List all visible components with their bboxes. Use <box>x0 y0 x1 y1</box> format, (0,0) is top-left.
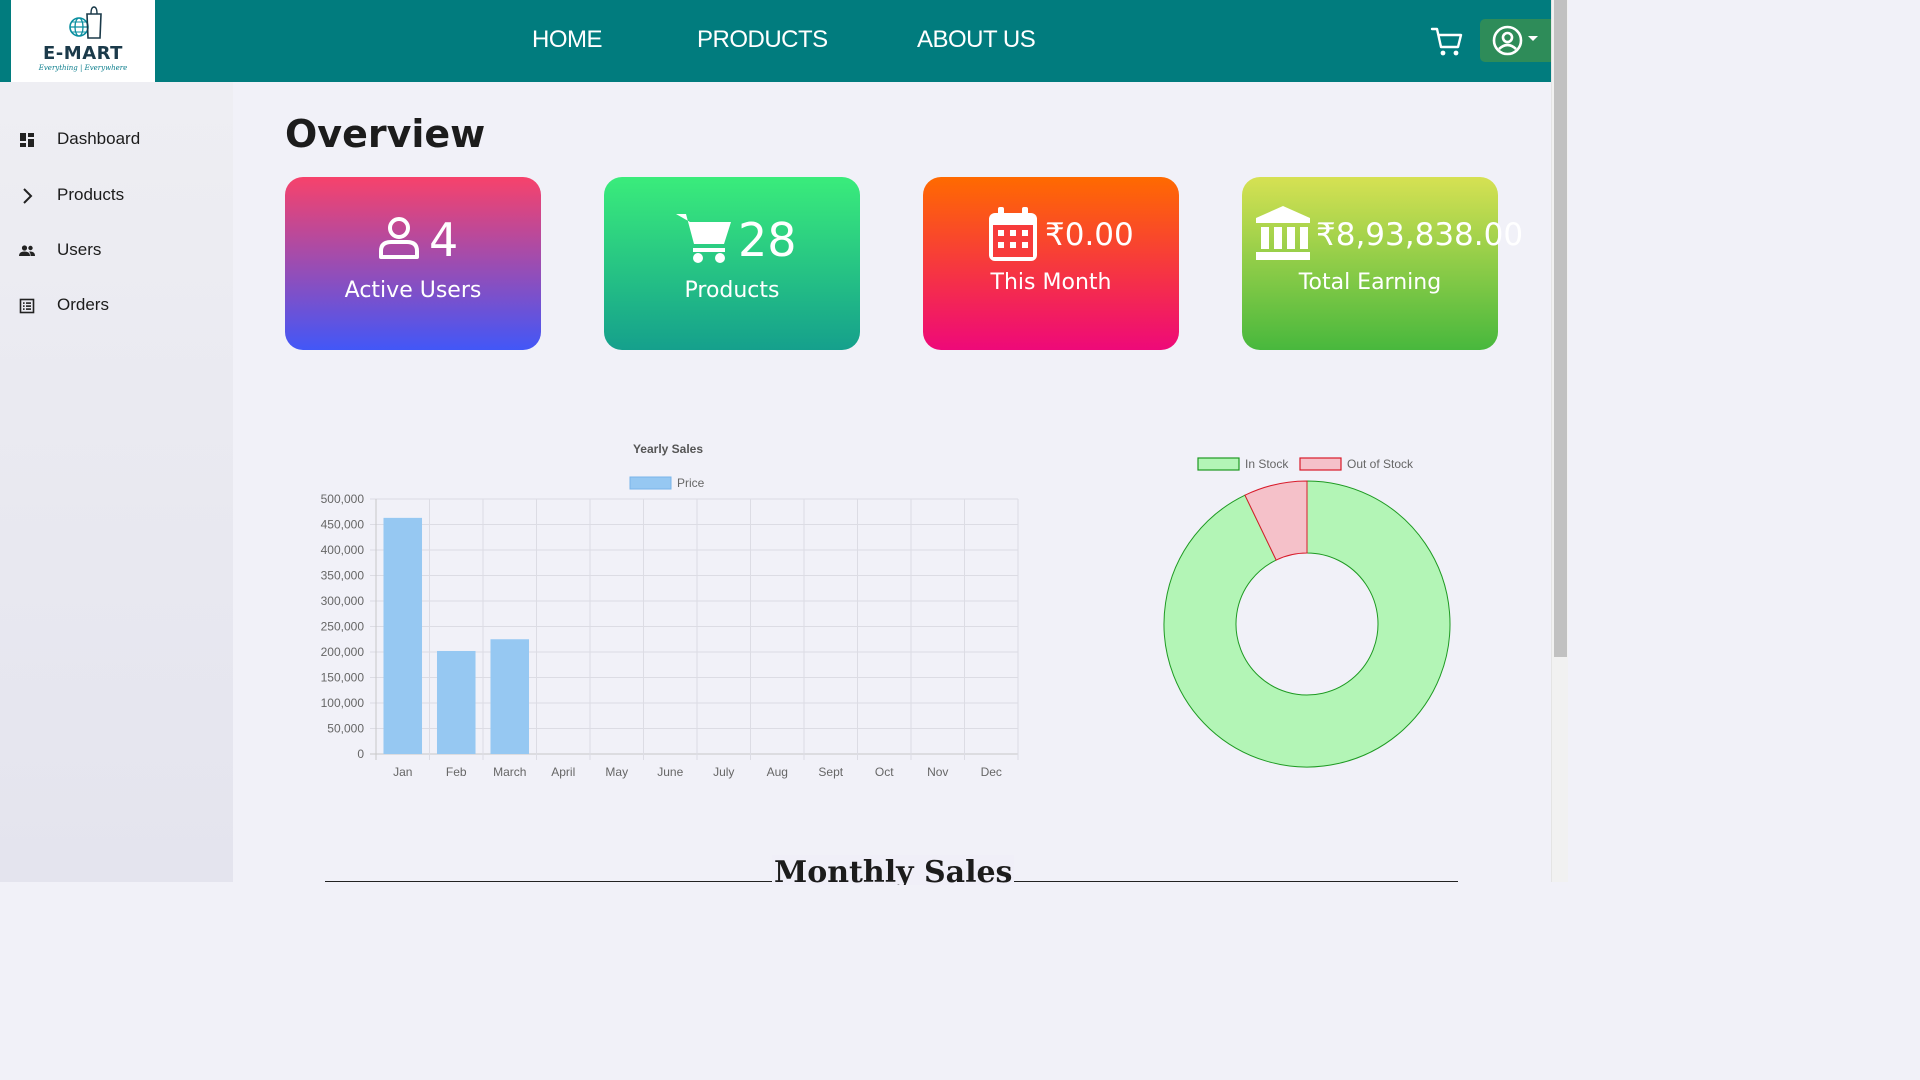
y-tick-label: 450,000 <box>321 518 365 532</box>
sidebar-item-label: Dashboard <box>57 129 141 148</box>
brand-logo[interactable]: E-MART Everything | Everywhere <box>11 0 155 82</box>
legend-swatch-in-stock <box>1197 457 1240 471</box>
users-icon <box>19 245 35 256</box>
x-tick-label: Sept <box>818 765 843 779</box>
legend-label-in-stock: In Stock <box>1245 457 1289 471</box>
x-tick-label: Jan <box>393 765 412 779</box>
vertical-scrollbar[interactable] <box>1551 0 1568 882</box>
calendar-icon <box>989 207 1037 261</box>
y-tick-label: 200,000 <box>321 645 365 659</box>
y-tick-label: 500,000 <box>321 492 365 506</box>
bar-feb <box>436 650 476 754</box>
doughnut-slices <box>1163 480 1451 768</box>
active-users-card[interactable]: 4 Active Users <box>285 177 541 350</box>
sidebar-item-dashboard[interactable]: Dashboard <box>0 119 233 159</box>
x-tick-label: Dec <box>981 765 1002 779</box>
y-tick-label: 250,000 <box>321 620 365 634</box>
bank-icon <box>1256 206 1310 260</box>
this-month-label: This Month <box>990 270 1112 295</box>
y-tick-label: 0 <box>357 747 364 761</box>
legend-swatch-out-of-stock <box>1299 457 1342 471</box>
nav-about-link[interactable]: ABOUT US <box>917 26 1036 54</box>
total-earning-label: Total Earning <box>1298 270 1442 295</box>
x-axis-ticks: Jan Feb March April May June July Aug Sept Oct Nov… <box>393 765 1002 779</box>
y-tick-label: 400,000 <box>321 543 365 557</box>
chart-title: Yearly Sales <box>633 442 703 456</box>
chevron-right-icon <box>23 188 33 204</box>
products-value: 28 <box>738 213 797 267</box>
legend-swatch-price <box>629 476 672 490</box>
x-tick-label: May <box>605 765 628 779</box>
yearly-sales-chart: Yearly Sales Price 0 50,000 100,000 150,000… <box>321 442 1019 779</box>
y-tick-label: 100,000 <box>321 696 365 710</box>
total-earning-value: ₹8,93,838.00 <box>1316 217 1524 253</box>
chevron-down-icon <box>1528 36 1538 41</box>
nav-home-link[interactable]: HOME <box>532 26 603 54</box>
active-users-value: 4 <box>429 213 459 267</box>
sidebar-item-label: Products <box>57 185 125 204</box>
active-users-label: Active Users <box>344 278 482 303</box>
y-tick-label: 300,000 <box>321 594 365 608</box>
x-tick-label: Feb <box>446 765 467 779</box>
this-month-value: ₹0.00 <box>1045 217 1134 253</box>
x-tick-label: April <box>551 765 575 779</box>
brand-name: E-MART <box>43 43 123 64</box>
sidebar-item-products[interactable]: Products <box>0 175 233 215</box>
logo-globe-bag-icon <box>69 6 102 39</box>
total-earning-card[interactable]: ₹8,93,838.00 Total Earning <box>1242 177 1523 350</box>
products-card[interactable]: 28 Products <box>604 177 860 350</box>
sidebar: Dashboard Products Users Orders <box>0 82 233 882</box>
products-label: Products <box>684 278 780 303</box>
page-title: Overview <box>285 112 486 156</box>
y-tick-label: 150,000 <box>321 671 365 685</box>
sidebar-item-label: Orders <box>57 295 109 314</box>
bar-march <box>490 639 530 754</box>
monthly-sales-section: Monthly Sales <box>325 855 1458 885</box>
x-tick-label: Aug <box>767 765 788 779</box>
stock-doughnut-chart: In Stock Out of Stock <box>1163 457 1451 768</box>
monthly-sales-title: Monthly Sales <box>772 855 1015 885</box>
sidebar-item-orders[interactable]: Orders <box>0 285 233 325</box>
this-month-card[interactable]: ₹0.00 This Month <box>923 177 1179 350</box>
x-tick-label: June <box>657 765 683 779</box>
y-axis-ticks: 0 50,000 100,000 150,000 200,000 250,000 300,0… <box>321 492 365 761</box>
y-tick-label: 350,000 <box>321 569 365 583</box>
user-menu-button[interactable] <box>1480 19 1551 62</box>
nav-products-link[interactable]: PRODUCTS <box>697 26 828 54</box>
cart-icon <box>676 214 731 263</box>
bar-series <box>383 517 530 754</box>
legend-label-out-of-stock: Out of Stock <box>1347 457 1414 471</box>
legend-label-price: Price <box>677 476 705 490</box>
x-tick-label: March <box>493 765 526 779</box>
sidebar-item-users[interactable]: Users <box>0 230 233 270</box>
scrollbar-thumb[interactable] <box>1554 0 1567 657</box>
brand-tagline: Everything | Everywhere <box>38 64 128 72</box>
sidebar-item-label: Users <box>57 240 102 259</box>
cart-icon <box>1430 27 1463 56</box>
cart-button[interactable] <box>1430 26 1464 58</box>
x-tick-label: July <box>713 765 734 779</box>
user-icon <box>379 217 419 259</box>
x-tick-label: Oct <box>875 765 894 779</box>
bar-jan <box>383 517 423 754</box>
dashboard-icon <box>20 133 34 147</box>
x-tick-label: Nov <box>927 765 948 779</box>
orders-icon <box>19 298 35 314</box>
y-tick-label: 50,000 <box>327 722 364 736</box>
user-circle-icon <box>1492 25 1523 56</box>
top-navbar: E-MART Everything | Everywhere HOME PROD… <box>0 0 1551 82</box>
